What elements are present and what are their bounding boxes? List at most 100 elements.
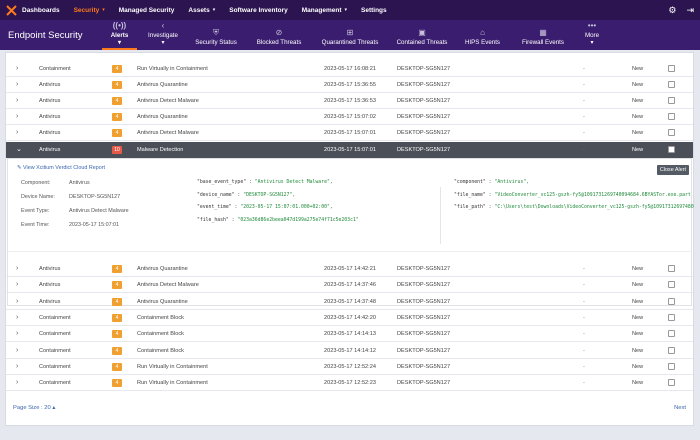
tab-investigate[interactable]: ‹ Investigate ▾ — [141, 20, 185, 50]
cloud-report-link[interactable]: ✎ View Xcitium Verdict Cloud Report — [17, 165, 105, 171]
tab-label: Investigate — [148, 32, 178, 39]
page-size-selector[interactable]: Page Size : 20 ▴ — [13, 405, 55, 411]
row-checkbox[interactable] — [668, 379, 675, 387]
tab-contained-threats[interactable]: ▣ Contained Threats — [389, 20, 455, 50]
json-value: "Antivirus Detect Malware", — [254, 180, 333, 185]
row-checkbox[interactable] — [668, 281, 675, 289]
tab-alerts[interactable]: ((•)) Alerts ▾ — [98, 20, 141, 50]
table-row[interactable]: › Containment 4 Run Virtually in Containmen… — [6, 61, 693, 77]
table-row[interactable]: › Containment 4 Containment Block 2023-05-17… — [6, 326, 693, 343]
row-checkbox[interactable] — [668, 146, 675, 153]
logout-icon[interactable]: ⇥ — [686, 5, 694, 16]
tab-blocked-threats[interactable]: ⊘ Blocked Threats — [247, 20, 311, 50]
tab-quarantined-threats[interactable]: ⊞ Quarantined Threats — [311, 20, 389, 50]
top-menu-item-settings[interactable]: Settings — [361, 0, 387, 20]
top-menu-item-management[interactable]: Management ▾ — [302, 0, 347, 20]
chevron-right-icon[interactable]: › — [16, 261, 18, 277]
json-line: "file_path" : "C:\Users\test\Downloads\V… — [454, 205, 694, 210]
table-row[interactable]: › Antivirus 4 Antivirus Detect Malware 2023-… — [6, 125, 693, 141]
chevron-right-icon[interactable]: › — [16, 294, 18, 310]
json-key: "file_name" : — [454, 192, 495, 198]
cell-device: DESKTOP-SG5N127 — [397, 266, 451, 272]
cell-device: DESKTOP-SG5N127 — [397, 66, 451, 72]
top-menu-item-dashboards[interactable]: Dashboards — [22, 0, 60, 20]
table-row[interactable]: › Containment 4 Containment Block 2023-05-17… — [6, 310, 693, 326]
severity-badge: 4 — [112, 113, 122, 121]
table-row[interactable]: › Containment 4 Containment Block 2023-05-17… — [6, 343, 693, 359]
table-row[interactable]: › Antivirus 4 Antivirus Quarantine 2023-05-1… — [6, 261, 693, 277]
cell-alert-type: Antivirus Quarantine — [137, 114, 188, 120]
quarantine-icon: ⊞ — [346, 28, 354, 37]
row-checkbox[interactable] — [668, 97, 675, 104]
cell-assignee: - — [583, 314, 585, 321]
table-row[interactable]: › Antivirus 4 Antivirus Detect Malware 2023-… — [6, 93, 693, 109]
tab-hips-events[interactable]: ⌂ HIPS Events — [455, 20, 510, 50]
detail-field: Device Name: DESKTOP-SG5N127 — [21, 194, 120, 200]
chevron-right-icon[interactable]: › — [16, 310, 18, 326]
close-alert-button[interactable]: Close Alert — [656, 165, 689, 175]
chevron-down-icon[interactable]: ⌄ — [16, 142, 22, 158]
chevron-right-icon[interactable]: › — [16, 326, 18, 342]
table-row[interactable]: › Antivirus 4 Antivirus Quarantine 2023-05-1… — [6, 109, 693, 125]
chevron-right-icon[interactable]: › — [16, 343, 18, 359]
chevron-right-icon[interactable]: › — [16, 61, 18, 77]
row-checkbox[interactable] — [668, 65, 675, 72]
cell-alert-type: Containment Block — [137, 347, 184, 354]
chevron-right-icon[interactable]: › — [16, 125, 18, 141]
row-checkbox[interactable] — [668, 313, 675, 321]
tab-security-status[interactable]: ⛨ Security Status — [185, 20, 247, 50]
row-checkbox[interactable] — [668, 129, 675, 136]
cell-time: 2023-05-17 15:36:53 — [324, 98, 376, 104]
next-page-button[interactable]: Next — [674, 405, 686, 411]
chevron-right-icon[interactable]: › — [16, 109, 18, 125]
container-icon: ▣ — [418, 28, 426, 37]
top-menu-item-label: Managed Security — [118, 6, 175, 14]
table-row[interactable]: › Antivirus 4 Antivirus Quarantine 2023-05-1… — [6, 294, 693, 310]
tab-more[interactable]: ••• More ▾ — [576, 20, 608, 50]
cell-status: New — [632, 266, 644, 272]
detail-field-key: Device Name: — [21, 194, 55, 200]
cell-device: DESKTOP-SG5N127 — [397, 147, 451, 153]
row-checkbox[interactable] — [668, 265, 675, 272]
firewall-icon: ▦ — [539, 28, 547, 37]
severity-badge: 4 — [112, 97, 122, 105]
table-row[interactable]: ⌄ Antivirus 10 Malware Detection 2023-05-17 … — [6, 142, 693, 158]
table-row[interactable]: › Containment 4 Run Virtually in Containmen… — [6, 359, 693, 375]
row-checkbox[interactable] — [668, 297, 675, 305]
top-menu-item-label: Settings — [361, 6, 387, 14]
chevron-right-icon[interactable]: › — [16, 77, 18, 93]
table-row[interactable]: › Antivirus 4 Antivirus Quarantine 2023-05-1… — [6, 77, 693, 93]
tab-label: HIPS Events — [464, 39, 501, 46]
cell-device: DESKTOP-SG5N127 — [397, 82, 451, 88]
gear-icon[interactable]: ⚙ — [668, 5, 676, 16]
top-menu-item-managed-security[interactable]: Managed Security — [119, 0, 175, 20]
row-checkbox[interactable] — [668, 346, 675, 354]
chevron-right-icon[interactable]: › — [16, 359, 18, 375]
cell-assignee: - — [583, 66, 585, 72]
table-row[interactable]: › Containment 4 Run Virtually in Containmen… — [6, 375, 693, 392]
chevron-right-icon[interactable]: › — [16, 375, 18, 391]
row-checkbox[interactable] — [668, 81, 675, 88]
row-checkbox[interactable] — [668, 330, 675, 338]
chevron-down-icon: ▾ — [102, 7, 105, 13]
top-menu-item-assets[interactable]: Assets ▾ — [188, 0, 215, 20]
row-checkbox[interactable] — [668, 113, 675, 120]
detail-field: Event Type: Antivirus Detect Malware — [21, 208, 129, 214]
tab-firewall-events[interactable]: ▦ Firewall Events — [510, 20, 576, 50]
section-header: Endpoint Security ((•)) Alerts ▾ ‹ Investig… — [0, 20, 700, 50]
top-menu-item-software-inventory[interactable]: Software Inventory — [229, 0, 288, 20]
table-row[interactable]: › Antivirus 4 Antivirus Detect Malware 2023-… — [6, 277, 693, 294]
chevron-down-icon: ▾ — [161, 39, 165, 46]
cell-status: New — [632, 98, 644, 104]
chevron-right-icon[interactable]: › — [16, 93, 18, 109]
cell-status: New — [632, 363, 644, 370]
xcitium-logo-icon[interactable] — [0, 0, 22, 20]
cell-status: New — [632, 114, 644, 120]
row-checkbox[interactable] — [668, 362, 675, 370]
cell-assignee: - — [583, 98, 585, 104]
block-icon: ⊘ — [275, 28, 283, 37]
top-menu-item-security[interactable]: Security ▾ — [74, 0, 105, 20]
severity-badge: 4 — [112, 81, 122, 89]
cell-time: 2023-05-17 15:07:01 — [324, 130, 376, 136]
chevron-right-icon[interactable]: › — [16, 277, 18, 293]
